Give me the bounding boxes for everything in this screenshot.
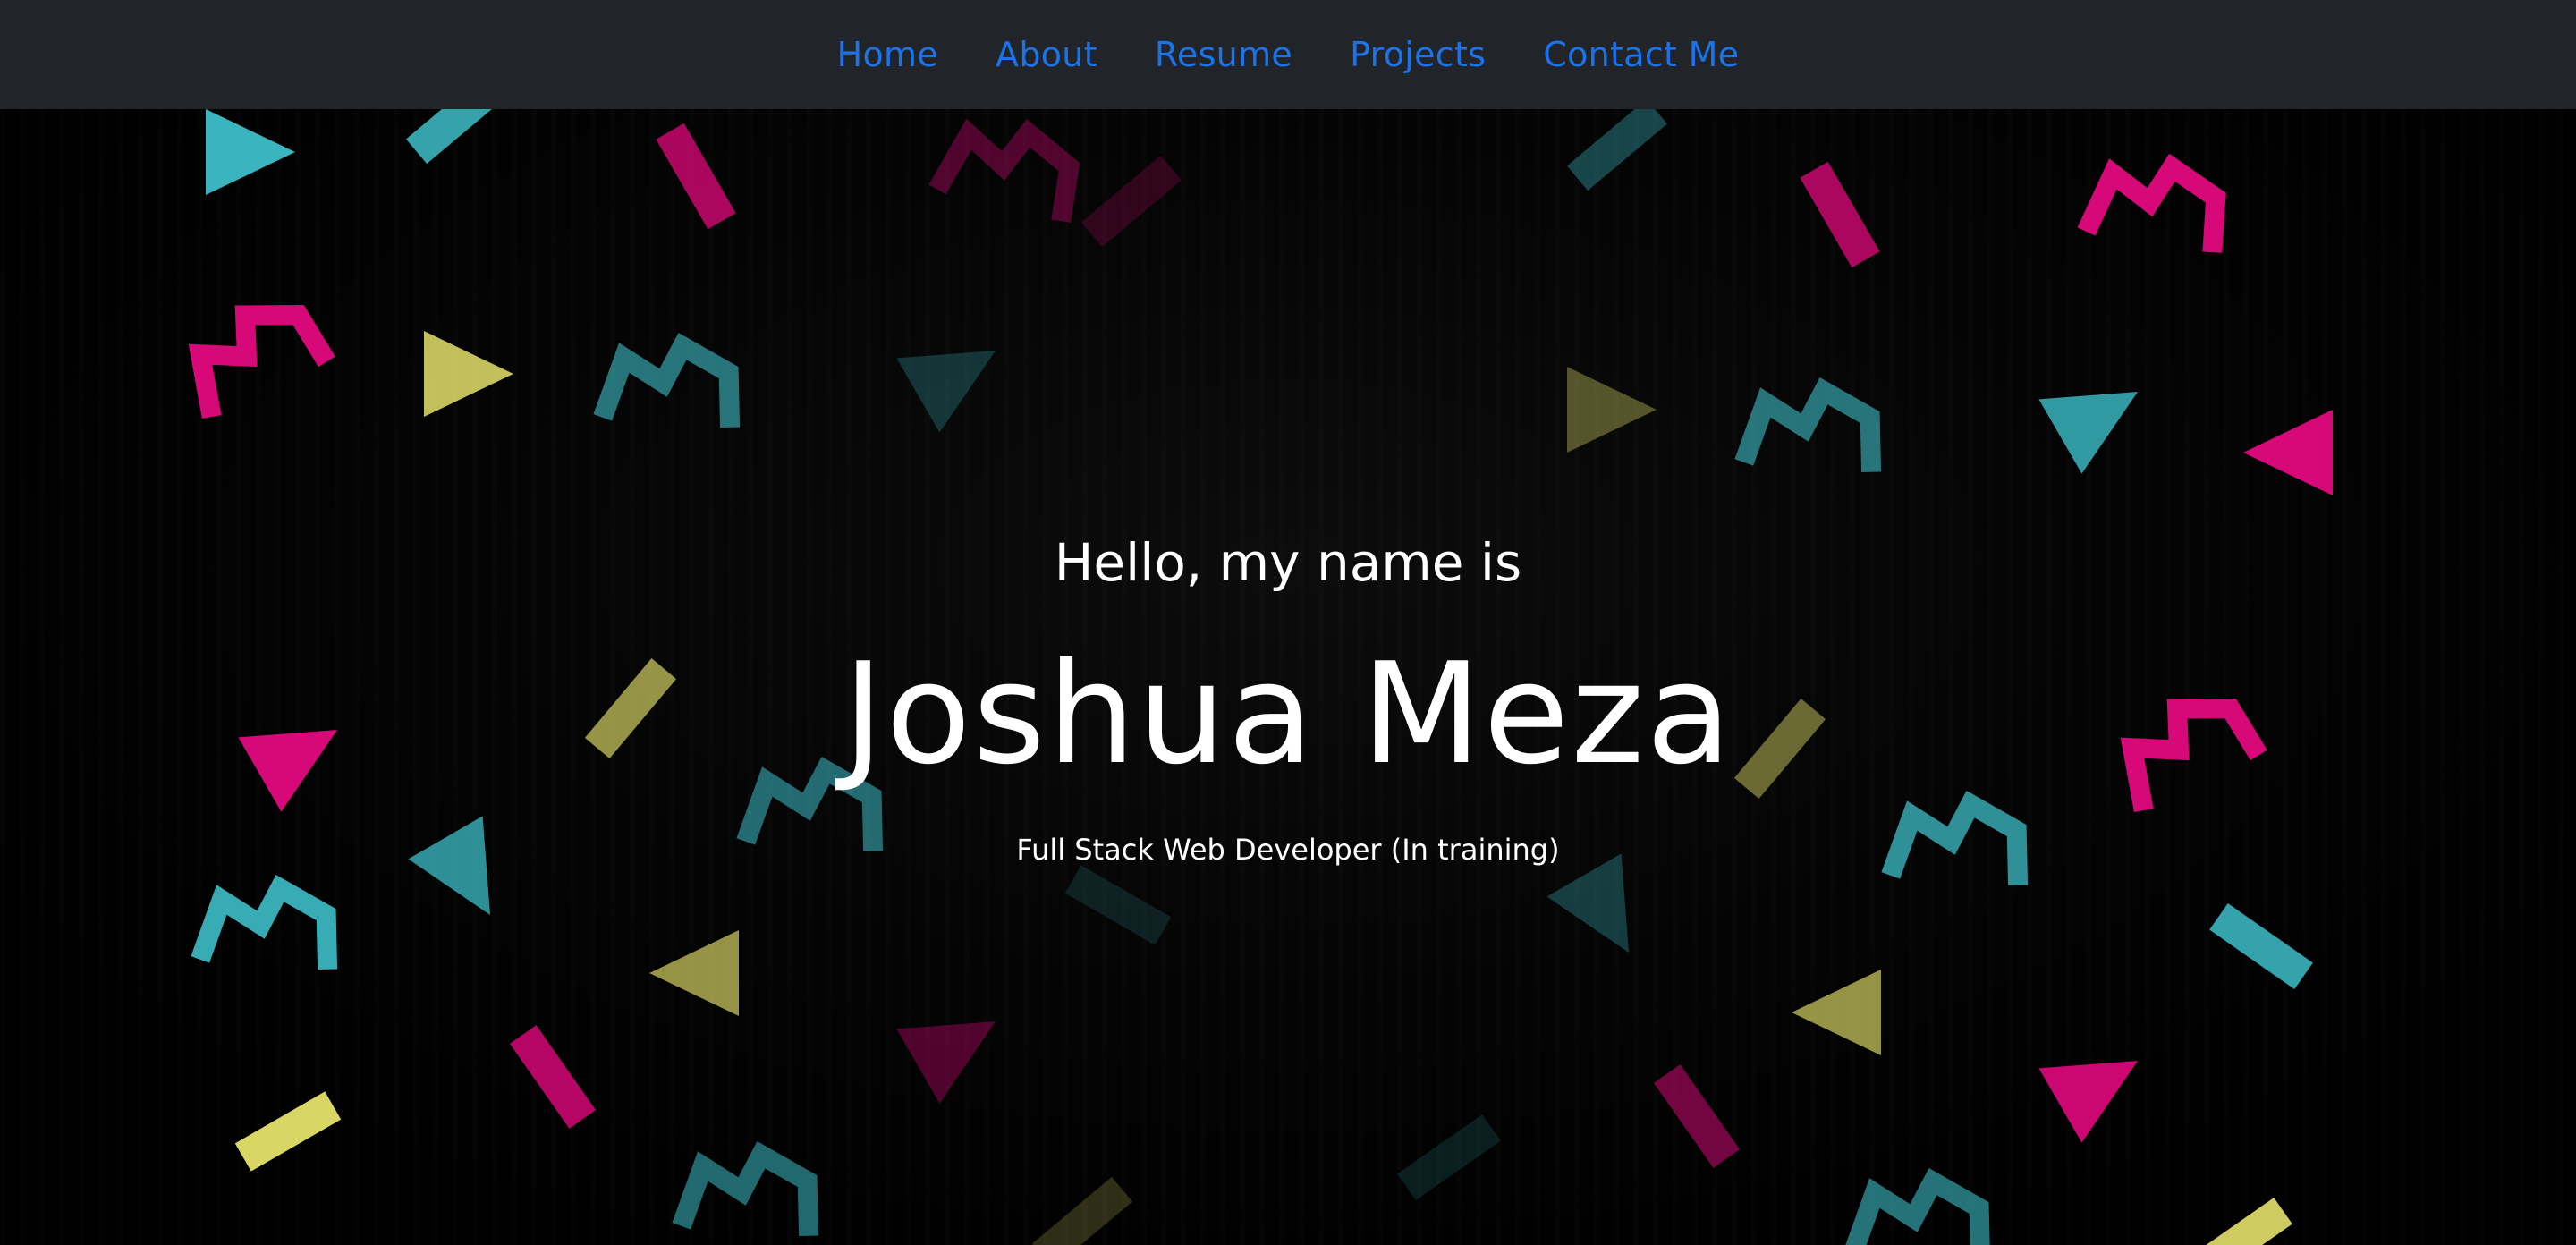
confetti-bar [1653, 1064, 1741, 1168]
nav-link-about[interactable]: About [996, 35, 1097, 74]
confetti-bar [1800, 161, 1880, 268]
confetti-triangle [2038, 1061, 2139, 1143]
confetti-bar [2209, 902, 2313, 990]
nav-link-projects[interactable]: Projects [1350, 35, 1486, 74]
nav-link-contact-me[interactable]: Contact Me [1543, 35, 1739, 74]
confetti-triangle [2038, 392, 2139, 474]
confetti-bar [656, 123, 736, 230]
confetti-triangle [424, 331, 513, 417]
hero-text-block: Hello, my name is Joshua Meza Full Stack… [0, 537, 2576, 864]
confetti-triangle [896, 1021, 996, 1104]
hero-name-heading: Joshua Meza [843, 632, 1733, 795]
confetti-bar [509, 1025, 597, 1129]
confetti-zigzag [593, 332, 741, 428]
nav-links: Home About Resume Projects Contact Me [837, 35, 1740, 74]
confetti-bar [405, 109, 507, 165]
confetti-bar [1031, 1176, 1133, 1245]
nav-link-home[interactable]: Home [837, 35, 938, 74]
confetti-zigzag [191, 874, 338, 970]
confetti-zigzag [672, 1140, 819, 1236]
confetti-triangle [896, 351, 996, 433]
confetti-zigzag [928, 118, 1080, 223]
confetti-zigzag [2077, 153, 2226, 253]
confetti-bar [2189, 1197, 2292, 1245]
confetti-bar [234, 1091, 342, 1172]
confetti-triangle [1792, 970, 1881, 1055]
nav-link-resume[interactable]: Resume [1155, 35, 1292, 74]
hero-tagline: Full Stack Web Developer (In training) [1016, 833, 1560, 867]
confetti-zigzag [1734, 377, 1882, 472]
confetti-bar [1566, 109, 1668, 191]
greeting-text: Hello, my name is [1054, 532, 1522, 593]
confetti-zigzag [188, 305, 335, 419]
confetti-bar [1064, 865, 1172, 945]
confetti-triangle [206, 109, 295, 195]
confetti-triangle [2243, 410, 2333, 495]
top-navbar: Home About Resume Projects Contact Me [0, 0, 2576, 109]
confetti-triangle [649, 930, 739, 1016]
confetti-triangle [1567, 367, 1657, 453]
confetti-bar [1080, 155, 1182, 248]
hero-section: Hello, my name is Joshua Meza Full Stack… [0, 109, 2576, 1245]
confetti-zigzag [1843, 1167, 1991, 1245]
confetti-bar [1397, 1114, 1501, 1201]
confetti-triangle [1546, 853, 1629, 953]
